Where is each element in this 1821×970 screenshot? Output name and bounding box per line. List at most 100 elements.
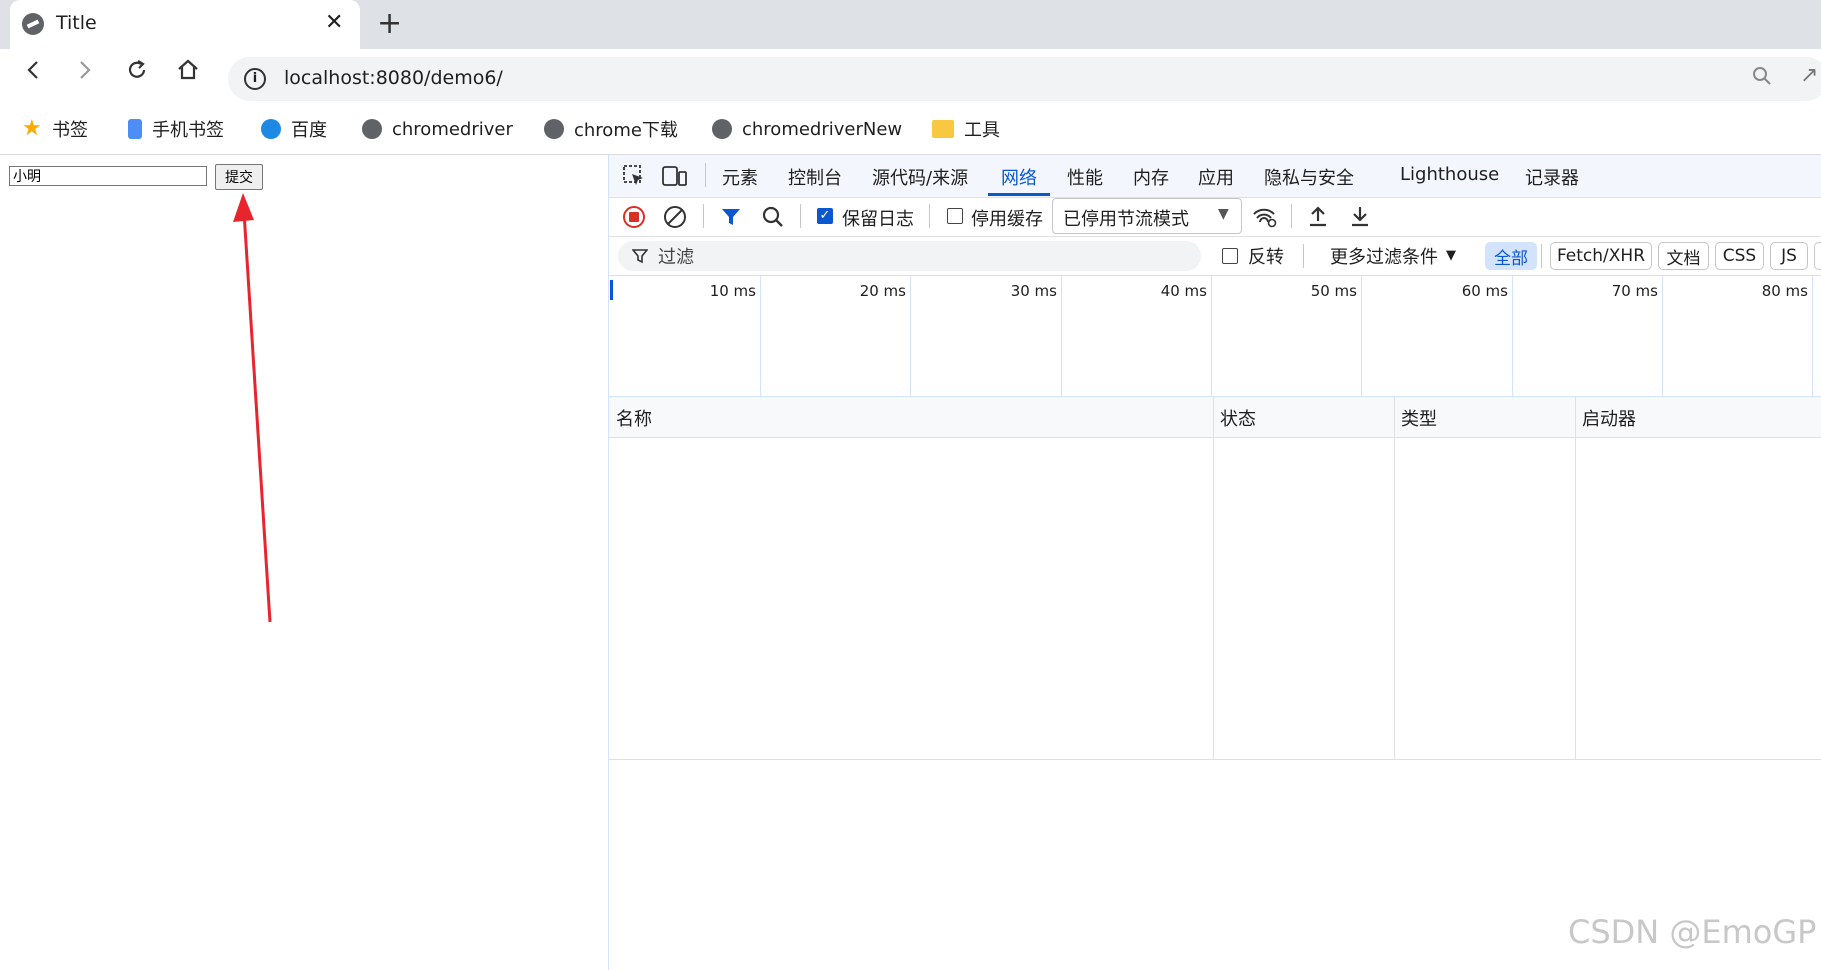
column-divider xyxy=(1213,397,1214,759)
reload-icon[interactable] xyxy=(125,58,149,89)
inspect-element-icon[interactable] xyxy=(622,164,646,193)
timeline-tick-label: 10 ms xyxy=(709,282,756,300)
share-icon[interactable]: ↗ xyxy=(1800,63,1818,88)
home-icon[interactable] xyxy=(176,58,200,89)
filter-placeholder: 过滤 xyxy=(658,247,694,268)
folder-icon xyxy=(932,120,954,138)
star-icon: ★ xyxy=(22,116,42,141)
column-status[interactable]: 状态 xyxy=(1220,405,1256,431)
divider xyxy=(1303,244,1304,268)
filter-document[interactable]: 文档 xyxy=(1658,242,1709,270)
bookmark-label: 手机书签 xyxy=(152,120,224,141)
chevron-down-icon: ▼ xyxy=(1446,248,1456,263)
timeline-tick-label: 50 ms xyxy=(1310,282,1357,300)
zoom-icon[interactable] xyxy=(1752,66,1772,91)
new-tab-button[interactable]: + xyxy=(377,6,402,41)
bookmark-item[interactable]: 手机书签 xyxy=(128,115,224,143)
bookmark-label: chromedriverNew xyxy=(742,118,903,140)
timeline-gridline xyxy=(1662,276,1663,396)
filter-css[interactable]: CSS xyxy=(1715,242,1764,270)
device-toggle-icon[interactable] xyxy=(662,164,688,193)
divider xyxy=(705,163,706,187)
bookmark-item[interactable]: chromedriverNew xyxy=(712,115,902,143)
clear-icon[interactable] xyxy=(663,205,687,234)
column-name[interactable]: 名称 xyxy=(616,405,652,431)
disable-cache-checkbox[interactable] xyxy=(947,208,963,224)
timeline-tick-label: 30 ms xyxy=(1010,282,1057,300)
watermark: CSDN @EmoGP xyxy=(1568,913,1817,951)
edge-icon xyxy=(261,119,281,139)
timeline-gridline xyxy=(910,276,911,396)
timeline-tick-label: 20 ms xyxy=(859,282,906,300)
bookmark-label: 百度 xyxy=(291,120,327,141)
bookmark-item[interactable]: chromedriver xyxy=(362,115,513,143)
timeline-gridline xyxy=(1361,276,1362,396)
chrome-icon xyxy=(362,119,382,139)
bookmark-item[interactable]: chrome下载 xyxy=(544,115,678,143)
back-icon[interactable] xyxy=(22,58,46,89)
upload-icon[interactable] xyxy=(1307,204,1329,233)
tab-console[interactable]: 控制台 xyxy=(788,164,842,190)
funnel-icon xyxy=(631,248,649,269)
bookmark-label: chrome下载 xyxy=(574,120,678,141)
column-divider xyxy=(1575,397,1576,759)
request-table-header xyxy=(609,397,1821,438)
timeline-gridline xyxy=(760,276,761,396)
record-stop-icon[interactable] xyxy=(622,205,646,234)
search-icon[interactable] xyxy=(761,205,785,234)
tab-elements[interactable]: 元素 xyxy=(722,164,758,190)
column-divider xyxy=(1394,397,1395,759)
network-conditions-icon[interactable] xyxy=(1252,205,1278,234)
timeline-tick-label: 70 ms xyxy=(1611,282,1658,300)
column-type[interactable]: 类型 xyxy=(1401,405,1437,431)
divider xyxy=(1291,204,1292,228)
timeline-gridline xyxy=(1512,276,1513,396)
tab-application[interactable]: 应用 xyxy=(1198,164,1234,190)
more-filters-dropdown[interactable]: 更多过滤条件 xyxy=(1330,243,1438,269)
timeline-tick-label: 60 ms xyxy=(1461,282,1508,300)
preserve-log-label: 保留日志 xyxy=(842,209,914,230)
divider xyxy=(703,204,704,228)
timeline-handle[interactable] xyxy=(610,280,613,300)
close-tab-icon[interactable]: ✕ xyxy=(325,10,343,35)
bookmark-label: chromedriver xyxy=(392,118,513,140)
tab-memory[interactable]: 内存 xyxy=(1133,164,1169,190)
disable-cache-label: 停用缓存 xyxy=(971,209,1043,230)
filter-icon[interactable] xyxy=(720,206,742,233)
submit-button[interactable]: 提交 xyxy=(215,164,263,190)
name-input[interactable] xyxy=(9,166,207,186)
filter-fetch-xhr[interactable]: Fetch/XHR xyxy=(1550,242,1652,270)
tab-sources[interactable]: 源代码/来源 xyxy=(872,164,968,190)
invert-checkbox[interactable] xyxy=(1222,248,1238,264)
download-icon[interactable] xyxy=(1349,204,1371,233)
bookmark-label: 书签 xyxy=(52,120,88,141)
tab-title: Title xyxy=(56,12,97,34)
chrome-icon xyxy=(22,13,44,35)
timeline-gridline xyxy=(1812,276,1813,396)
bookmark-item[interactable]: 工具 xyxy=(932,115,1000,143)
chrome-icon xyxy=(544,119,564,139)
filter-js[interactable]: JS xyxy=(1770,242,1808,270)
tab-network[interactable]: 网络 xyxy=(1001,164,1037,190)
tab-performance[interactable]: 性能 xyxy=(1067,164,1103,190)
forward-icon[interactable] xyxy=(72,58,96,89)
divider xyxy=(929,204,930,228)
tab-lighthouse[interactable]: Lighthouse xyxy=(1400,164,1499,185)
tab-privacy-security[interactable]: 隐私与安全 xyxy=(1264,164,1354,190)
filter-input[interactable] xyxy=(618,241,1201,271)
info-icon[interactable]: i xyxy=(244,68,266,90)
table-bottom-border xyxy=(609,759,1821,760)
active-tab-indicator xyxy=(988,193,1050,196)
red-arrow-annotation xyxy=(233,193,272,623)
timeline-gridline xyxy=(1061,276,1062,396)
bookmark-item[interactable]: ★ 书签 xyxy=(22,115,88,143)
chrome-icon xyxy=(712,119,732,139)
filter-all[interactable]: 全部 xyxy=(1485,242,1537,270)
divider xyxy=(1541,244,1542,268)
tab-recorder[interactable]: 记录器 xyxy=(1525,164,1579,190)
preserve-log-checkbox[interactable]: ✓ xyxy=(817,208,833,224)
timeline-tick-label: 80 ms xyxy=(1761,282,1808,300)
url-text[interactable]: localhost:8080/demo6/ xyxy=(284,67,503,89)
column-initiator[interactable]: 启动器 xyxy=(1582,405,1636,431)
bookmark-item[interactable]: 百度 xyxy=(261,115,327,143)
